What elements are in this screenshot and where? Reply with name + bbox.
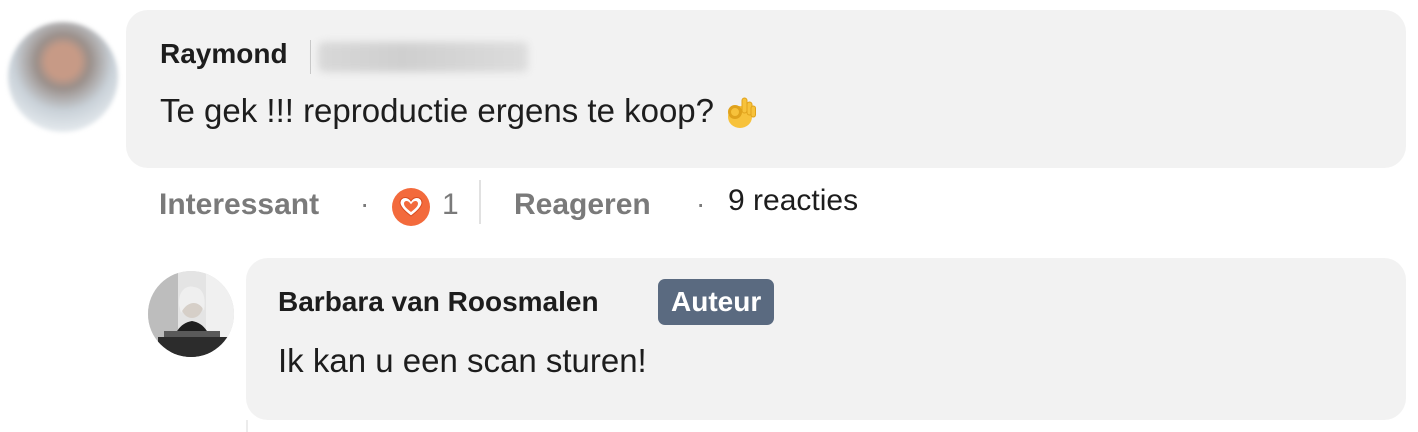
comment-text: Te gek !!! reproductie ergens te koop? — [160, 92, 758, 131]
reply-author-name[interactable]: Barbara van Roosmalen — [278, 286, 599, 318]
comment-actions: Interessant · 1 Reageren · 9 reacties — [0, 176, 1418, 232]
name-cursor-divider — [310, 40, 311, 74]
author-photo-icon — [148, 271, 234, 357]
action-divider — [479, 180, 481, 224]
heart-reaction-icon[interactable] — [392, 188, 430, 226]
reply-bubble: Barbara van Roosmalen Auteur Ik kan u ee… — [246, 258, 1406, 420]
comment-author-name[interactable]: Raymond — [160, 38, 288, 70]
ok-hand-emoji-icon — [728, 97, 757, 129]
reply-text: Ik kan u een scan sturen! — [278, 342, 647, 379]
replies-count-link[interactable]: 9 reacties — [728, 184, 858, 218]
commenter-avatar[interactable] — [8, 22, 118, 132]
separator-dot: · — [360, 188, 370, 219]
thread-line — [246, 420, 248, 432]
like-count: 1 — [442, 188, 459, 221]
redacted-last-name — [318, 42, 528, 72]
reply-button[interactable]: Reageren — [514, 188, 651, 222]
author-avatar[interactable] — [148, 271, 234, 357]
interesting-button[interactable]: Interessant — [159, 188, 319, 222]
author-badge: Auteur — [658, 279, 775, 325]
separator-dot: · — [696, 188, 706, 219]
comment-text-content: Te gek !!! reproductie ergens te koop? — [160, 92, 715, 129]
comment-bubble: Raymond Te gek !!! reproductie ergens te… — [126, 10, 1406, 168]
